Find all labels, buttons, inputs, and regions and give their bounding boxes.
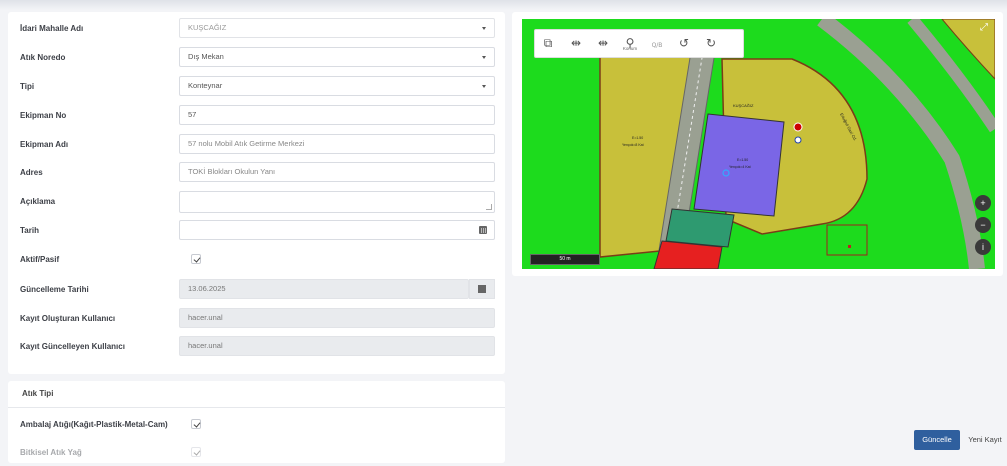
- label-atik-noredo: Atık Noredo: [20, 53, 66, 62]
- calendar-icon: [478, 285, 486, 293]
- ekipman-no-value: 57: [188, 110, 197, 119]
- tarih-input[interactable]: [179, 220, 495, 240]
- update-button[interactable]: Güncelle: [914, 430, 960, 450]
- atik-tipi-panel: Atık Tipi Ambalaj Atığı(Kağıt-Plastik-Me…: [8, 381, 505, 463]
- adres-input[interactable]: TOKİ Blokları Okulun Yanı: [179, 162, 495, 182]
- atik-tipi-header: Atık Tipi: [8, 381, 505, 408]
- row-atik-noredo: Atık Noredo Dış Mekan: [8, 45, 505, 71]
- measure-area-icon[interactable]: ⇹: [594, 34, 612, 52]
- row-tipi: Tipi Konteynar: [8, 74, 505, 100]
- tipi-value: Konteynar: [188, 81, 223, 90]
- row-guncelleyen: Kayıt Güncelleyen Kullanıcı hacer.unal: [8, 334, 505, 360]
- row-ekipman-no: Ekipman No 57: [8, 103, 505, 129]
- row-aktif: Aktif/Pasif: [8, 247, 505, 273]
- fullscreen-icon[interactable]: ⤢: [977, 21, 991, 35]
- label-tipi: Tipi: [20, 82, 35, 91]
- map-toolbar: ⧉ ⇹ ⇹ ⚲ Konum Q/B ↺ ↻: [534, 29, 744, 58]
- layers-icon[interactable]: ⧉: [539, 34, 557, 52]
- check-icon: [193, 447, 200, 456]
- ekipman-adi-value: 57 nolu Mobil Atık Getirme Merkezi: [188, 139, 305, 148]
- redo-icon[interactable]: ↻: [702, 34, 720, 52]
- label-guncelleme: Güncelleme Tarihi: [20, 285, 89, 294]
- label-olusturan: Kayıt Oluşturan Kullanıcı: [20, 314, 116, 323]
- calendar-icon[interactable]: [479, 226, 487, 234]
- ekipman-no-input[interactable]: 57: [179, 105, 495, 125]
- row-ambalaj: Ambalaj Atığı(Kağıt-Plastik-Metal-Cam): [8, 412, 505, 438]
- row-aciklama: Açıklama: [8, 189, 505, 215]
- parcel-blue-line1: E=1.50: [737, 158, 748, 162]
- zoom-out-icon[interactable]: −: [975, 217, 991, 233]
- label-guncelleyen: Kayıt Güncelleyen Kullanıcı: [20, 342, 125, 351]
- map-panel: KUŞCAĞIZ E=1.50 Yençok=8 Kat E=1.50 Yenç…: [512, 12, 1003, 276]
- guncelleme-calendar-button[interactable]: [469, 279, 495, 299]
- chevron-down-icon: [482, 85, 486, 88]
- coordinate-icon[interactable]: Q/B: [648, 34, 666, 52]
- label-aciklama: Açıklama: [20, 197, 56, 206]
- aktif-checkbox[interactable]: [191, 254, 201, 264]
- parcel-left-line2: Yençok=8 Kat: [622, 143, 644, 147]
- label-tarih: Tarih: [20, 226, 39, 235]
- row-adres: Adres TOKİ Blokları Okulun Yanı: [8, 160, 505, 186]
- label-bitkisel: Bitkisel Atık Yağ: [20, 448, 82, 457]
- mahalle-value: KUŞCAĞIZ: [188, 23, 227, 32]
- zoom-in-icon[interactable]: +: [975, 195, 991, 211]
- ambalaj-checkbox[interactable]: [191, 419, 201, 429]
- adres-value: TOKİ Blokları Okulun Yanı: [188, 167, 276, 176]
- guncelleme-tarihi-input: 13.06.2025: [179, 279, 469, 299]
- top-bar: [0, 0, 1007, 10]
- undo-icon[interactable]: ↺: [675, 34, 693, 52]
- scale-bar: 50 m: [530, 254, 600, 265]
- row-tarih: Tarih: [8, 218, 505, 244]
- ekipman-adi-input[interactable]: 57 nolu Mobil Atık Getirme Merkezi: [179, 134, 495, 154]
- row-ekipman-adi: Ekipman Adı 57 nolu Mobil Atık Getirme M…: [8, 132, 505, 158]
- check-icon: [193, 419, 200, 428]
- label-aktif: Aktif/Pasif: [20, 255, 60, 264]
- bitkisel-checkbox[interactable]: [191, 447, 201, 457]
- guncelleme-tarihi-value: 13.06.2025: [188, 284, 226, 293]
- map-canvas[interactable]: KUŞCAĞIZ E=1.50 Yençok=8 Kat E=1.50 Yenç…: [522, 19, 995, 269]
- label-ambalaj: Ambalaj Atığı(Kağıt-Plastik-Metal-Cam): [20, 420, 168, 429]
- row-bitkisel: Bitkisel Atık Yağ: [8, 440, 505, 466]
- atik-noredo-value: Dış Mekan: [188, 52, 224, 61]
- equipment-form: İdari Mahalle Adı KUŞCAĞIZ Atık Noredo D…: [8, 12, 505, 374]
- label-ekipman-no: Ekipman No: [20, 111, 67, 120]
- parcel-blue-line2: Yençok=4 Kat: [729, 165, 751, 169]
- chevron-down-icon: [482, 56, 486, 59]
- label-adres: Adres: [20, 168, 43, 177]
- tipi-select[interactable]: Konteynar: [179, 76, 495, 96]
- olusturan-input: hacer.unal: [179, 308, 495, 328]
- olusturan-value: hacer.unal: [188, 313, 223, 322]
- atik-noredo-select[interactable]: Dış Mekan: [179, 47, 495, 67]
- check-icon: [193, 254, 200, 263]
- aciklama-textarea[interactable]: [179, 191, 495, 213]
- guncelleyen-value: hacer.unal: [188, 341, 223, 350]
- label-mahalle: İdari Mahalle Adı: [20, 24, 84, 33]
- atik-tipi-title: Atık Tipi: [22, 389, 54, 398]
- chevron-down-icon: [482, 27, 486, 30]
- parcel-name-label: KUŞCAĞIZ: [733, 103, 754, 108]
- location-pin-icon[interactable]: ⚲ Konum: [621, 34, 639, 52]
- info-icon[interactable]: i: [975, 239, 991, 255]
- new-record-button[interactable]: Yeni Kayıt: [963, 430, 1007, 450]
- row-olusturan: Kayıt Oluşturan Kullanıcı hacer.unal: [8, 306, 505, 332]
- row-guncelleme: Güncelleme Tarihi 13.06.2025: [8, 277, 505, 303]
- parcel-left-line1: E=1.50: [632, 136, 643, 140]
- measure-line-icon[interactable]: ⇹: [567, 34, 585, 52]
- row-mahalle: İdari Mahalle Adı KUŞCAĞIZ: [8, 16, 505, 42]
- label-ekipman-adi: Ekipman Adı: [20, 140, 69, 149]
- mahalle-select[interactable]: KUŞCAĞIZ: [179, 18, 495, 38]
- guncelleyen-input: hacer.unal: [179, 336, 495, 356]
